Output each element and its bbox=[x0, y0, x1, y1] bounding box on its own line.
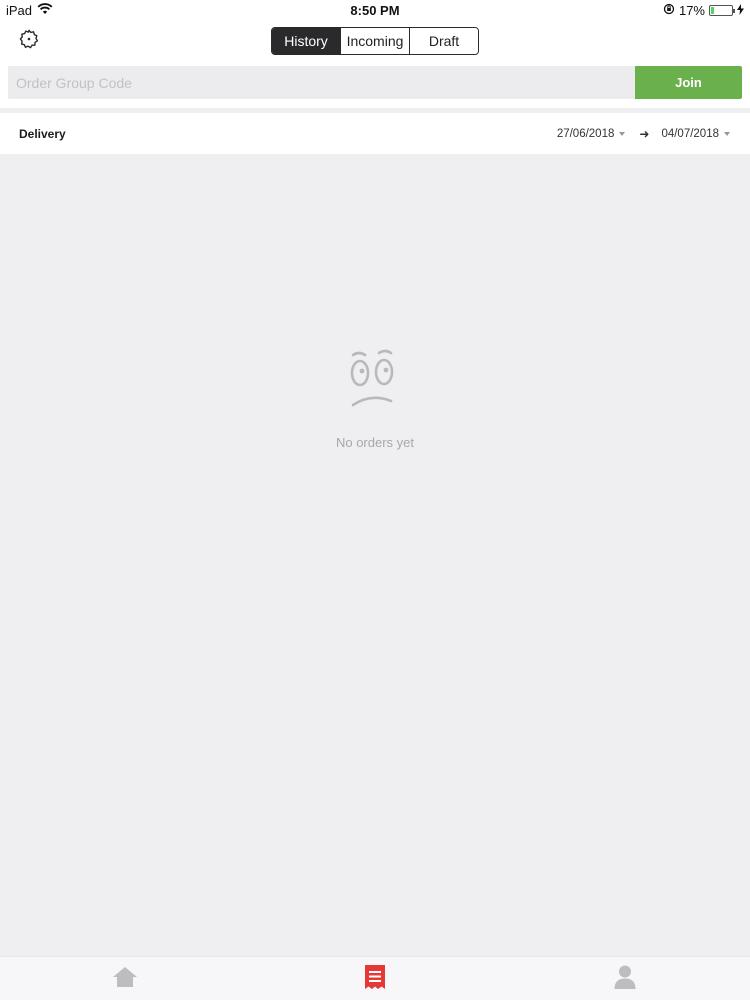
charging-icon bbox=[737, 3, 744, 18]
arrow-right-icon: ➜ bbox=[639, 127, 650, 141]
delivery-filter-row: Delivery 27/06/2018 ➜ 04/07/2018 bbox=[0, 112, 750, 154]
order-type-segmented-control: History Incoming Draft bbox=[271, 27, 479, 55]
date-to-value: 04/07/2018 bbox=[661, 128, 719, 140]
date-from-value: 27/06/2018 bbox=[556, 128, 615, 140]
tab-draft[interactable]: Draft bbox=[409, 28, 478, 54]
empty-state: No orders yet bbox=[0, 345, 750, 450]
profile-icon bbox=[614, 964, 636, 995]
header: History Incoming Draft bbox=[0, 22, 750, 60]
sad-face-icon bbox=[345, 345, 405, 409]
tab-home[interactable] bbox=[110, 965, 140, 993]
tab-incoming[interactable]: Incoming bbox=[340, 28, 409, 54]
orders-screen: iPad 8:50 PM 17% History Incoming Draft … bbox=[0, 0, 750, 1000]
date-from-picker[interactable]: 27/06/2018 bbox=[557, 128, 626, 140]
bottom-tab-bar bbox=[0, 956, 750, 1000]
orders-icon bbox=[364, 964, 386, 995]
status-time: 8:50 PM bbox=[350, 3, 400, 18]
join-order-group-bar: Join bbox=[0, 60, 750, 108]
date-to-picker[interactable]: 04/07/2018 bbox=[661, 128, 730, 140]
battery-level bbox=[711, 7, 714, 14]
settings-button[interactable] bbox=[16, 28, 42, 54]
battery-percent: 17% bbox=[678, 3, 705, 18]
tab-orders[interactable] bbox=[360, 964, 390, 995]
battery-icon bbox=[709, 5, 735, 16]
tab-profile[interactable] bbox=[610, 965, 640, 993]
orientation-lock-icon bbox=[663, 3, 675, 18]
chevron-down-icon bbox=[619, 132, 626, 136]
status-right: 17% bbox=[663, 3, 744, 18]
join-button[interactable]: Join bbox=[635, 66, 742, 99]
order-group-code-input[interactable] bbox=[8, 66, 635, 99]
gear-icon bbox=[18, 28, 40, 55]
tab-history[interactable]: History bbox=[272, 28, 340, 54]
status-bar: iPad 8:50 PM 17% bbox=[0, 0, 750, 22]
home-icon bbox=[112, 965, 138, 994]
empty-message: No orders yet bbox=[335, 435, 415, 450]
chevron-down-icon bbox=[724, 132, 730, 136]
delivery-label: Delivery bbox=[19, 127, 66, 141]
date-range: 27/06/2018 ➜ 04/07/2018 bbox=[557, 127, 730, 141]
